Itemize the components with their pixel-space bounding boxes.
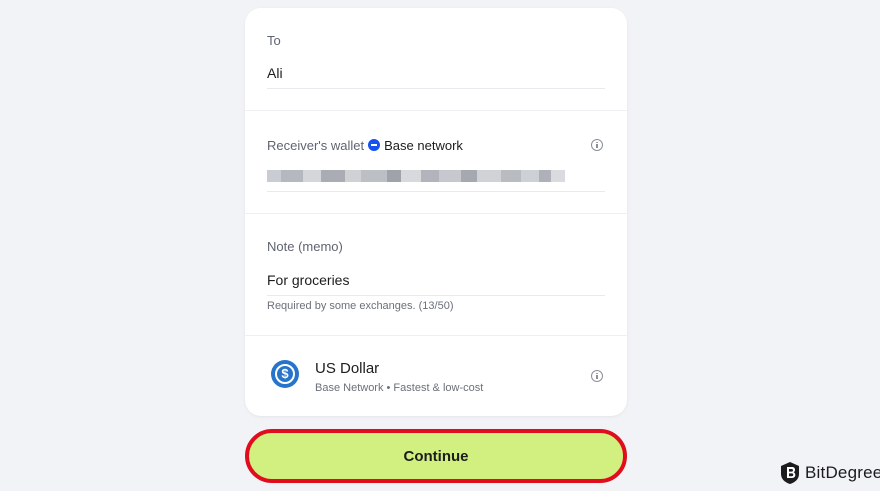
- bitdegree-watermark: BitDegree: [780, 460, 880, 486]
- send-form-card: To Ali Receiver's wallet Base network Not…: [245, 8, 627, 416]
- network-name: Base network: [384, 138, 463, 153]
- base-network-icon: [368, 139, 381, 151]
- info-icon[interactable]: [591, 139, 603, 151]
- continue-button[interactable]: Continue: [245, 429, 627, 483]
- wallet-address-redacted[interactable]: [267, 170, 565, 182]
- to-input[interactable]: Ali: [267, 65, 283, 81]
- wallet-label: Receiver's wallet: [267, 138, 365, 153]
- currency-selector[interactable]: [245, 336, 627, 416]
- bitdegree-logo-icon: [781, 462, 799, 484]
- wallet-input-underline: [267, 191, 605, 192]
- memo-helper-text: Required by some exchanges. (13/50): [267, 300, 454, 312]
- memo-label: Note (memo): [267, 239, 343, 254]
- memo-input-underline: [267, 295, 605, 296]
- wallet-label-row: Receiver's wallet Base network: [267, 138, 463, 153]
- to-input-underline: [267, 88, 605, 89]
- bitdegree-brand-text: BitDegree: [805, 463, 880, 482]
- to-section: To Ali: [245, 8, 627, 111]
- memo-section: Note (memo) For groceries Required by so…: [245, 214, 627, 336]
- wallet-section: Receiver's wallet Base network: [245, 111, 627, 214]
- memo-input[interactable]: For groceries: [267, 272, 349, 288]
- to-label: To: [267, 33, 281, 48]
